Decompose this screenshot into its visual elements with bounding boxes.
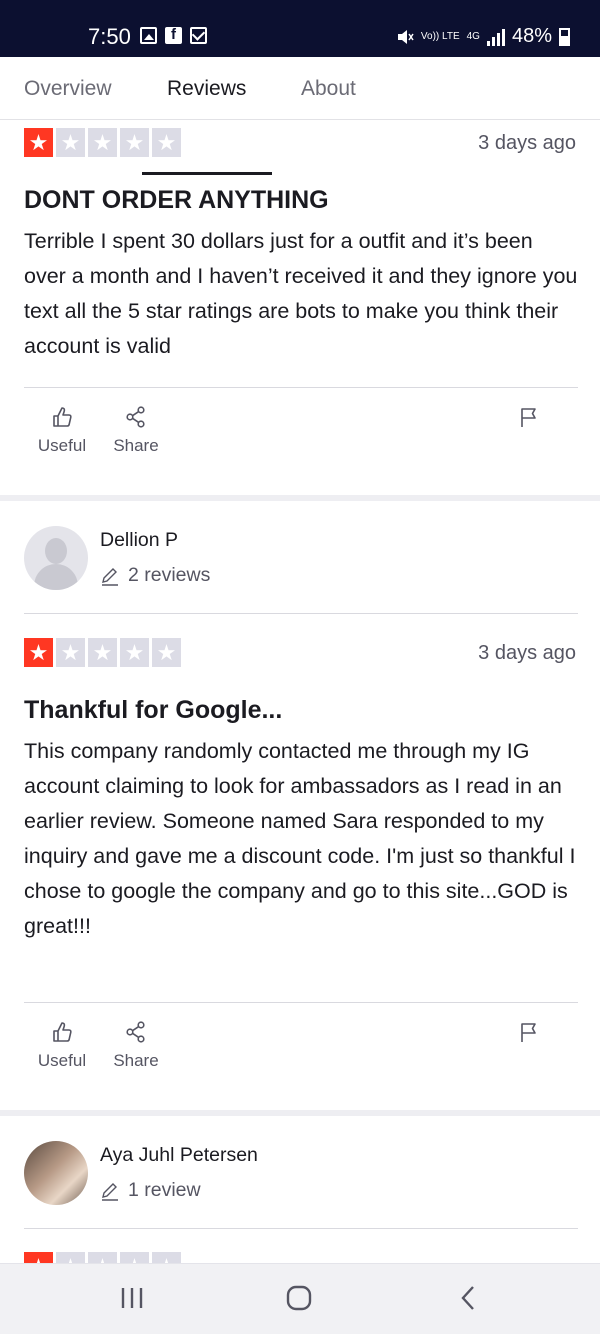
thumbs-up-icon <box>53 407 72 427</box>
tab-about[interactable]: About <box>301 77 356 101</box>
status-time: 7:50 <box>88 24 131 49</box>
section-separator <box>0 495 600 501</box>
share-icon <box>126 406 145 428</box>
tab-bar: Overview Reviews About <box>0 57 600 175</box>
useful-button[interactable]: Useful <box>32 406 92 456</box>
network-gen: 4G <box>466 30 480 42</box>
rating-stars: ★★★★★ <box>24 638 181 667</box>
battery-icon <box>559 27 570 46</box>
section-separator <box>0 1110 600 1116</box>
report-button[interactable] <box>518 1021 540 1048</box>
star-icon: ★ <box>120 638 149 667</box>
mail-icon <box>190 27 207 44</box>
star-icon: ★ <box>152 128 181 157</box>
recents-icon[interactable] <box>118 1284 146 1312</box>
mute-icon <box>397 29 414 44</box>
divider <box>24 387 578 388</box>
navigation-bar <box>0 1263 600 1334</box>
star-icon: ★ <box>120 128 149 157</box>
reviewer-name[interactable]: Dellion P <box>100 529 178 552</box>
network-label: Vo)) LTE <box>420 30 460 42</box>
star-icon: ★ <box>88 128 117 157</box>
avatar[interactable] <box>24 526 88 590</box>
reviewer-review-count: 1 review <box>100 1179 201 1202</box>
reviewer-review-count: 2 reviews <box>100 564 210 587</box>
home-icon[interactable] <box>285 1284 313 1312</box>
review-text: This company randomly contacted me throu… <box>24 739 576 938</box>
review-title[interactable]: Thankful for Google... <box>24 696 282 725</box>
review-date: 3 days ago <box>478 132 576 154</box>
avatar[interactable] <box>24 1141 88 1205</box>
signal-icon <box>486 28 505 46</box>
active-tab-indicator <box>142 172 272 175</box>
review-text: Terrible I spent 30 dollars just for a o… <box>24 229 578 358</box>
rating-stars: ★★★★★ <box>24 128 181 157</box>
status-bar: 7:50 Vo)) LTE 4G 48% <box>0 0 600 57</box>
divider <box>24 1228 578 1229</box>
share-icon <box>126 1021 145 1043</box>
flag-icon <box>521 408 536 427</box>
report-button[interactable] <box>518 406 540 433</box>
reviewer-name[interactable]: Aya Juhl Petersen <box>100 1144 258 1167</box>
back-icon[interactable] <box>455 1284 483 1312</box>
star-icon: ★ <box>24 638 53 667</box>
image-icon <box>140 27 157 44</box>
tab-reviews[interactable]: Reviews <box>167 77 246 101</box>
flag-icon <box>521 1023 536 1042</box>
star-icon: ★ <box>56 128 85 157</box>
star-icon: ★ <box>88 638 117 667</box>
facebook-icon <box>165 26 182 44</box>
useful-button[interactable]: Useful <box>32 1021 92 1071</box>
share-button[interactable]: Share <box>106 406 166 456</box>
star-icon: ★ <box>56 638 85 667</box>
star-icon: ★ <box>152 638 181 667</box>
divider <box>24 613 578 614</box>
battery-percent: 48% <box>511 25 552 47</box>
pencil-icon <box>102 1182 118 1201</box>
star-icon: ★ <box>24 128 53 157</box>
divider <box>24 1002 578 1003</box>
review-date: 3 days ago <box>478 642 576 664</box>
tab-overview[interactable]: Overview <box>24 77 112 101</box>
share-button[interactable]: Share <box>106 1021 166 1071</box>
pencil-icon <box>102 567 118 586</box>
thumbs-up-icon <box>53 1022 72 1042</box>
review-title[interactable]: DONT ORDER ANYTHING <box>24 186 329 215</box>
